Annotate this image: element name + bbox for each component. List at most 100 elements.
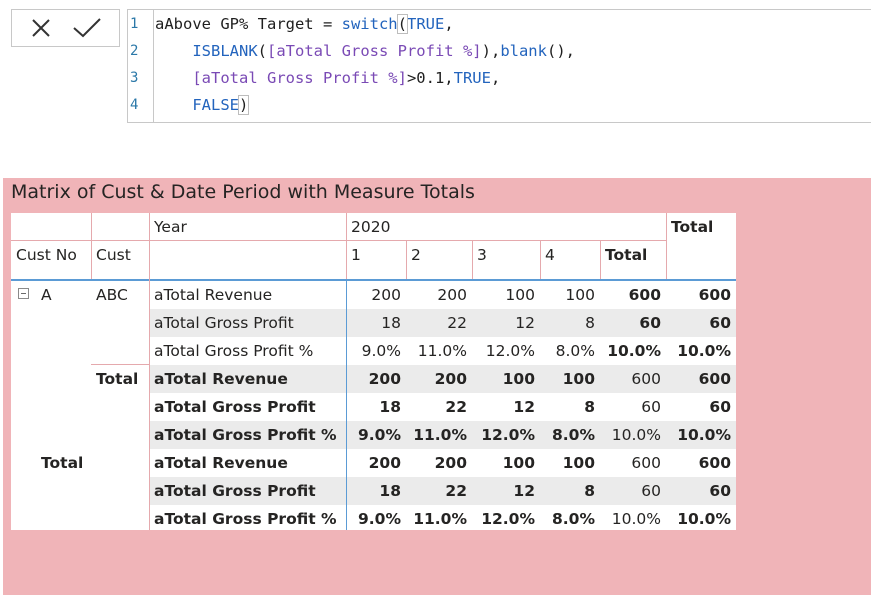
value-cell: 100 <box>502 454 535 472</box>
code-line[interactable]: ISBLANK([aTotal Gross Profit %]),blank()… <box>155 38 575 65</box>
column-header-year: Year <box>154 218 187 236</box>
subtotal-cell: 10.0% <box>607 342 661 360</box>
code-token: (), <box>546 42 575 60</box>
code-token: , <box>490 69 501 87</box>
subtotal-cell: 10.0% <box>611 510 661 528</box>
column-header-total: Total <box>671 218 714 236</box>
line-number: 2 <box>130 43 139 59</box>
matrix-visual[interactable]: Year 2020 Total Cust No Cust 1 2 3 4 Total A ABC Tot… <box>11 213 736 530</box>
value-cell: 18 <box>379 398 401 416</box>
value-cell: 11.0% <box>417 342 467 360</box>
visual-title: Matrix of Cust & Date Period with Measur… <box>11 181 475 203</box>
value-cell: 100 <box>562 370 595 388</box>
value-cell: 100 <box>565 286 595 304</box>
row-header-cust: Cust <box>96 246 131 264</box>
value-cell: 12 <box>513 398 535 416</box>
code-token: ), <box>481 42 501 60</box>
total-cell: 10.0% <box>677 510 731 528</box>
value-cell: 200 <box>437 286 467 304</box>
value-cell: 100 <box>505 286 535 304</box>
value-cell: 12 <box>515 314 535 332</box>
subtotal-cell: 60 <box>641 398 661 416</box>
total-cell: 600 <box>698 454 731 472</box>
column-header-quarter: 1 <box>351 246 361 264</box>
value-cell: 200 <box>368 370 401 388</box>
value-cell: 22 <box>445 398 467 416</box>
subtotal-cell: 60 <box>641 482 661 500</box>
formula-bar: 1 aAbove GP% Target = switch(TRUE, 2 ISBLA… <box>0 0 871 178</box>
value-cell: 100 <box>562 454 595 472</box>
value-cell: 12.0% <box>481 426 535 444</box>
line-number: 3 <box>130 70 139 86</box>
value-cell: 22 <box>447 314 467 332</box>
row-measure-label: aTotal Gross Profit <box>154 398 316 416</box>
column-header-quarter: 4 <box>545 246 555 264</box>
commit-button[interactable] <box>62 10 112 46</box>
value-cell: 9.0% <box>358 426 401 444</box>
subtotal-cell: 10.0% <box>611 426 661 444</box>
code-line[interactable]: FALSE) <box>155 92 250 119</box>
value-cell: 8.0% <box>555 342 595 360</box>
code-token: ( <box>396 14 409 34</box>
code-token: ( <box>257 42 267 60</box>
value-cell: 11.0% <box>413 510 467 528</box>
formula-editor[interactable]: 1 aAbove GP% Target = switch(TRUE, 2 ISBLA… <box>127 9 871 123</box>
total-cell: 600 <box>698 286 731 304</box>
value-cell: 8 <box>584 398 595 416</box>
column-header-quarter: 2 <box>411 246 421 264</box>
line-number: 4 <box>130 97 139 113</box>
code-token: [aTotal Gross Profit %] <box>192 69 407 87</box>
value-cell: 12.0% <box>485 342 535 360</box>
value-cell: 8 <box>585 314 595 332</box>
code-token: FALSE <box>192 96 239 114</box>
subtotal-cell: 600 <box>631 370 661 388</box>
column-header-subtotal: Total <box>605 246 648 264</box>
row-measure-label: aTotal Gross Profit <box>154 482 316 500</box>
row-measure-label: aTotal Gross Profit % <box>154 510 337 528</box>
value-cell: 200 <box>434 454 467 472</box>
code-token: switch <box>341 15 398 33</box>
value-cell: 12.0% <box>481 510 535 528</box>
row-measure-label: aTotal Revenue <box>154 370 288 388</box>
row-label-cust: ABC <box>96 286 128 304</box>
row-label-cust-total: Total <box>96 370 139 388</box>
subtotal-cell: 60 <box>639 314 661 332</box>
row-measure-label: aTotal Gross Profit % <box>154 426 337 444</box>
value-cell: 9.0% <box>358 510 401 528</box>
code-line[interactable]: [aTotal Gross Profit %]>0.1,TRUE, <box>155 65 500 92</box>
code-token: blank <box>500 42 547 60</box>
close-icon <box>32 19 50 37</box>
cancel-button[interactable] <box>16 10 66 46</box>
value-cell: 200 <box>368 454 401 472</box>
total-cell: 60 <box>709 482 731 500</box>
value-cell: 22 <box>445 482 467 500</box>
row-measure-label: aTotal Revenue <box>154 286 273 304</box>
row-label-cust-no: A <box>41 286 52 304</box>
value-cell: 18 <box>379 482 401 500</box>
report-canvas: Matrix of Cust & Date Period with Measur… <box>3 178 871 595</box>
total-cell: 600 <box>698 370 731 388</box>
code-token: , <box>444 15 454 33</box>
row-header-cust-no: Cust No <box>16 246 77 264</box>
value-cell: 200 <box>371 286 401 304</box>
formula-buttons <box>11 9 120 47</box>
value-cell: 200 <box>434 370 467 388</box>
checkmark-icon <box>73 18 101 38</box>
code-token: aAbove GP% Target = <box>155 15 342 33</box>
value-cell: 9.0% <box>361 342 401 360</box>
collapse-icon[interactable] <box>18 288 29 299</box>
total-cell: 60 <box>709 398 731 416</box>
column-header-quarter: 3 <box>477 246 487 264</box>
value-cell: 8.0% <box>552 426 595 444</box>
column-header-2020: 2020 <box>351 218 391 236</box>
total-cell: 60 <box>709 314 731 332</box>
code-token: ) <box>237 95 250 115</box>
code-line[interactable]: aAbove GP% Target = switch(TRUE, <box>155 11 454 38</box>
row-measure-label: aTotal Revenue <box>154 454 288 472</box>
code-token: [aTotal Gross Profit %] <box>267 42 482 60</box>
subtotal-cell: 600 <box>628 286 661 304</box>
code-token: TRUE <box>406 15 445 33</box>
